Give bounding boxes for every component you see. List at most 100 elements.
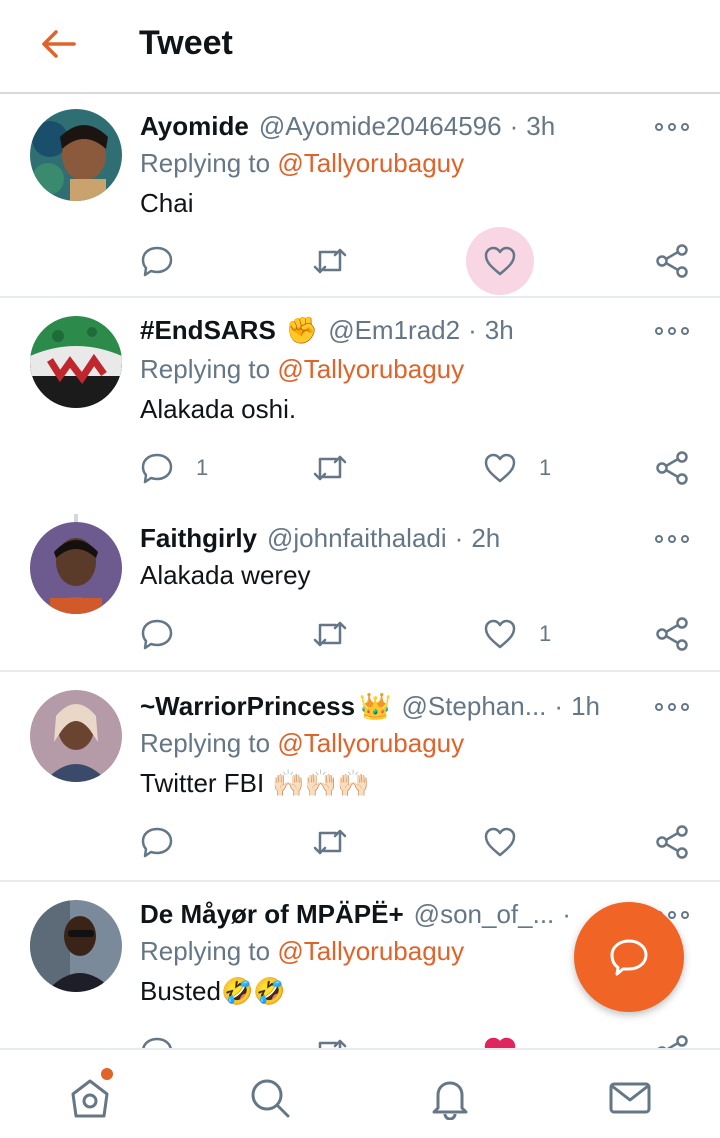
reply-button[interactable] <box>140 822 174 862</box>
replying-label: Replying to <box>140 936 271 966</box>
handle[interactable]: @son_of_... <box>414 899 555 930</box>
tweet-text-content: Twitter FBI <box>140 768 265 798</box>
display-name[interactable]: #EndSARS <box>140 315 276 346</box>
display-name[interactable]: ~WarriorPrincess <box>140 691 355 722</box>
nav-home[interactable] <box>66 1074 114 1122</box>
raised-fist-emoji: ✊ <box>285 314 319 345</box>
tweet-header: Faithgirly @johnfaithaladi · 2h <box>140 520 500 556</box>
compose-reply-button[interactable] <box>574 902 684 1012</box>
like-count: 1 <box>539 621 552 646</box>
tweet-header: De Måyør of MPÄPË+ @son_of_... · <box>140 896 579 932</box>
mention-link[interactable]: @Tallyorubaguy <box>277 936 464 966</box>
home-icon <box>71 1079 109 1118</box>
reply-icon <box>142 1037 172 1048</box>
heart-icon <box>484 827 516 857</box>
bell-icon <box>432 1081 468 1120</box>
avatar[interactable] <box>30 316 122 408</box>
replying-label: Replying to <box>140 354 271 384</box>
retweet-button[interactable] <box>312 448 348 488</box>
like-button[interactable]: 1 <box>483 448 551 488</box>
replying-label: Replying to <box>140 148 271 178</box>
reply-button[interactable] <box>140 614 174 654</box>
crown-emoji: 👑 <box>359 690 392 721</box>
tweet-text: Alakada werey <box>140 560 311 590</box>
separator: · <box>454 522 464 553</box>
like-button[interactable] <box>483 241 517 281</box>
retweet-button[interactable] <box>312 1032 348 1048</box>
share-button[interactable] <box>655 822 689 862</box>
reply-icon <box>141 619 173 650</box>
replying-to: Replying to @Tallyorubaguy <box>140 354 464 385</box>
more-options-icon[interactable] <box>655 697 689 717</box>
tweet-text: Alakada oshi. <box>140 394 297 424</box>
reply-icon <box>141 827 173 858</box>
nav-notifications[interactable] <box>426 1074 474 1122</box>
mention-link[interactable]: @Tallyorubaguy <box>277 148 464 178</box>
reply-button[interactable] <box>140 241 174 281</box>
mail-icon <box>609 1082 651 1114</box>
reply-button[interactable] <box>140 1032 174 1048</box>
compose-reply-icon <box>610 939 648 976</box>
reply-button[interactable]: 1 <box>140 448 208 488</box>
more-options-icon[interactable] <box>655 117 689 137</box>
heart-icon <box>484 619 516 649</box>
retweet-button[interactable] <box>312 241 348 281</box>
back-button[interactable] <box>36 24 80 64</box>
page-title: Tweet <box>139 24 233 62</box>
timestamp: 3h <box>484 314 514 345</box>
tweet-header: ~WarriorPrincess 👑 @Stephan... · 1h <box>140 688 600 724</box>
display-name[interactable]: Ayomide <box>140 111 249 142</box>
like-count: 1 <box>539 455 552 480</box>
tweet-text: Twitter FBI 🙌🏻🙌🏻🙌🏻 <box>140 768 369 799</box>
mention-link[interactable]: @Tallyorubaguy <box>277 728 464 758</box>
tweet-text: Busted 🤣🤣 <box>140 976 286 1007</box>
avatar[interactable] <box>30 109 122 201</box>
heart-filled-icon <box>484 1037 516 1048</box>
like-button[interactable] <box>483 1032 517 1048</box>
timestamp: 2h <box>471 522 501 553</box>
retweet-button[interactable] <box>312 822 348 862</box>
heart-icon <box>484 453 516 483</box>
handle[interactable]: @Em1rad2 <box>328 315 460 346</box>
retweet-button[interactable] <box>312 614 348 654</box>
replying-label: Replying to <box>140 728 271 758</box>
replying-to: Replying to @Tallyorubaguy <box>140 728 464 759</box>
share-button[interactable] <box>655 1032 689 1048</box>
retweet-icon <box>313 455 347 481</box>
handle[interactable]: @johnfaithaladi <box>267 523 447 554</box>
like-button[interactable] <box>483 822 517 862</box>
tweet-4[interactable]: ~WarriorPrincess 👑 @Stephan... · 1h Repl… <box>0 672 720 880</box>
back-arrow-icon <box>42 30 76 58</box>
tweet-header: Ayomide @Ayomide20464596 · 3h <box>140 108 555 144</box>
retweet-icon <box>313 621 347 647</box>
heart-icon <box>484 246 516 276</box>
reply-count: 1 <box>196 455 209 480</box>
more-options-icon[interactable] <box>655 321 689 341</box>
tweet-3[interactable]: Faithgirly @johnfaithaladi · 2h Alakada … <box>0 512 720 670</box>
handle[interactable]: @Stephan... <box>401 691 546 722</box>
tweet-2[interactable]: #EndSARS ✊ @Em1rad2 · 3h Replying to @Ta… <box>0 298 720 608</box>
share-button[interactable] <box>655 241 689 281</box>
share-button[interactable] <box>655 614 689 654</box>
nav-search[interactable] <box>246 1074 294 1122</box>
replying-to: Replying to @Tallyorubaguy <box>140 936 464 967</box>
replying-to: Replying to @Tallyorubaguy <box>140 148 464 179</box>
avatar[interactable] <box>30 690 122 782</box>
share-icon <box>656 244 688 278</box>
raised-hands-emoji: 🙌🏻🙌🏻🙌🏻 <box>272 768 370 798</box>
nav-messages[interactable] <box>606 1074 654 1122</box>
like-button[interactable]: 1 <box>483 614 551 654</box>
tweet-header: #EndSARS ✊ @Em1rad2 · 3h <box>140 312 514 348</box>
display-name[interactable]: Faithgirly <box>140 523 257 554</box>
more-options-icon[interactable] <box>655 529 689 549</box>
bottom-navigation <box>0 1048 720 1138</box>
handle[interactable]: @Ayomide20464596 <box>259 111 502 142</box>
avatar[interactable] <box>30 900 122 992</box>
avatar[interactable] <box>30 522 122 614</box>
mention-link[interactable]: @Tallyorubaguy <box>277 354 464 384</box>
display-name[interactable]: De Måyør of MPÄPË+ <box>140 899 404 930</box>
separator: · <box>554 690 564 721</box>
tweet-1[interactable]: Ayomide @Ayomide20464596 · 3h Replying t… <box>0 96 720 298</box>
share-button[interactable] <box>655 448 689 488</box>
app-header: Tweet <box>0 0 720 94</box>
